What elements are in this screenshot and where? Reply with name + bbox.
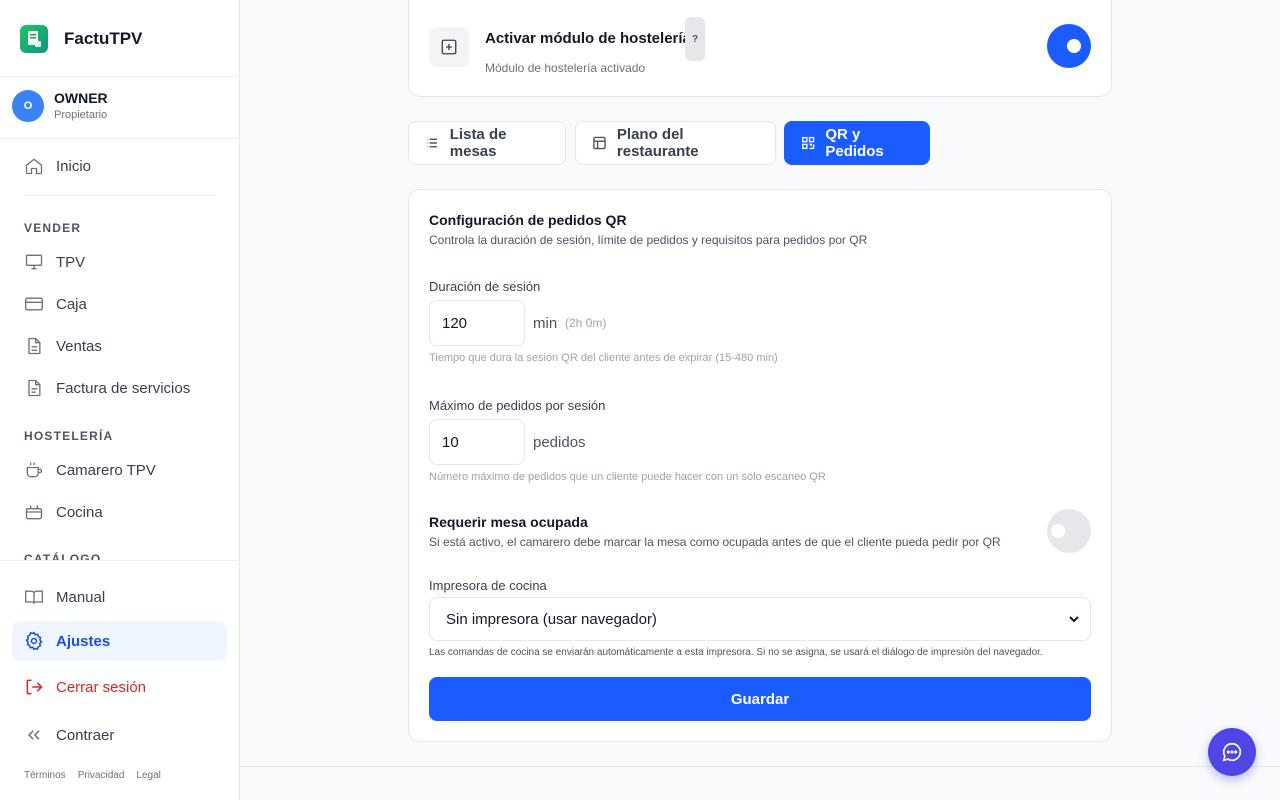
divider (0, 76, 240, 77)
kitchen-printer-label: Impresora de cocina (429, 578, 547, 593)
sidebar-item-camarero[interactable]: Camarero TPV (12, 450, 227, 490)
sidebar-nav-scroll[interactable]: Inicio VENDER TPV Caja Ventas Factura de… (0, 140, 239, 560)
legal-link[interactable]: Legal (136, 770, 160, 781)
tab-plano-restaurante[interactable]: Plano del restaurante (575, 121, 776, 165)
sidebar-item-ajustes[interactable]: Ajustes (12, 621, 227, 661)
module-icon (429, 27, 469, 67)
chevron-down-icon (1069, 616, 1079, 623)
divider (24, 195, 216, 196)
chevrons-left-icon (27, 730, 40, 740)
sidebar-item-label: Cerrar sesión (56, 678, 147, 696)
max-orders-label: Máximo de pedidos por sesión (429, 398, 606, 413)
section-title-vender: VENDER (24, 221, 82, 235)
bottom-bar (240, 766, 1280, 800)
save-button[interactable]: Guardar (429, 677, 1091, 721)
sidebar-item-factura[interactable]: Factura de servicios (12, 368, 227, 408)
user-name: OWNER (54, 90, 108, 106)
app-name: FactuTPV (64, 29, 143, 48)
book-icon (25, 590, 43, 604)
session-duration-input[interactable] (429, 300, 525, 346)
tab-lista-mesas[interactable]: Lista de mesas (408, 121, 566, 165)
main-content: Activar módulo de hostelería ? Módulo de… (240, 0, 1280, 800)
sidebar-item-label: Caja (56, 295, 87, 313)
app-logo-icon (20, 25, 48, 53)
chat-button[interactable] (1208, 728, 1256, 776)
sidebar-item-inicio[interactable]: Inicio (12, 146, 227, 186)
sidebar-item-manual[interactable]: Manual (12, 577, 227, 617)
sidebar-item-cocina[interactable]: Cocina (12, 492, 227, 532)
qr-config-subtitle: Controla la duración de sesión, límite d… (429, 233, 868, 247)
document-icon (28, 337, 41, 355)
gear-icon (25, 631, 43, 651)
avatar: O (12, 90, 44, 122)
divider (0, 138, 240, 139)
sidebar-item-label: Ventas (56, 337, 102, 355)
logout-icon (26, 679, 43, 695)
max-orders-input[interactable] (429, 419, 525, 465)
kitchen-printer-select[interactable]: Sin impresora (usar navegador) (429, 597, 1091, 641)
sidebar-item-label: Manual (56, 588, 106, 606)
section-title-catalogo: CATÁLOGO (24, 552, 102, 560)
coffee-cup-icon (26, 462, 43, 478)
qr-config-title: Configuración de pedidos QR (429, 212, 627, 228)
sidebar-item-ventas[interactable]: Ventas (12, 326, 227, 366)
terms-link[interactable]: Términos (24, 770, 66, 781)
sidebar-item-label: Factura de servicios (56, 379, 191, 397)
kitchen-printer-value: Sin impresora (usar navegador) (446, 610, 657, 628)
kitchen-printer-hint: Las comandas de cocina se enviarán autom… (429, 647, 1043, 658)
max-orders-unit: pedidos (533, 434, 586, 451)
tab-qr-pedidos[interactable]: QR y Pedidos (784, 121, 930, 165)
logout-button[interactable]: Cerrar sesión (12, 667, 227, 707)
cooking-pot-icon (25, 505, 43, 520)
sidebar-item-label: TPV (56, 253, 86, 271)
help-icon[interactable]: ? (685, 17, 705, 61)
sidebar-item-tpv[interactable]: TPV (12, 242, 227, 282)
require-table-toggle[interactable] (1047, 509, 1091, 553)
sidebar: FactuTPV O OWNER Propietario Inicio VEND… (0, 0, 240, 800)
sidebar-item-label: Ajustes (56, 632, 111, 650)
credit-card-icon (25, 297, 43, 311)
sidebar-item-label: Inicio (56, 157, 92, 175)
module-title: Activar módulo de hostelería (485, 30, 691, 47)
sidebar-item-label: Contraer (56, 726, 115, 744)
tab-label: Lista de mesas (449, 126, 507, 160)
qr-code-icon (802, 136, 815, 150)
brand[interactable]: FactuTPV (20, 24, 142, 54)
user-profile[interactable]: O OWNER Propietario (12, 89, 108, 123)
section-title-hosteleria: HOSTELERÍA (24, 429, 114, 443)
hospitality-module-toggle[interactable] (1047, 24, 1091, 68)
divider (0, 560, 240, 561)
tab-label: Plano del restaurante (616, 126, 699, 160)
require-table-title: Requerir mesa ocupada (429, 514, 588, 530)
max-orders-hint: Número máximo de pedidos que un cliente … (429, 471, 826, 483)
footer-links: Términos Privacidad Legal (24, 770, 161, 781)
sidebar-item-caja[interactable]: Caja (12, 284, 227, 324)
qr-config-card: Configuración de pedidos QR Controla la … (408, 189, 1112, 742)
module-status: Módulo de hostelería activado (485, 61, 646, 75)
session-duration-detail: (2h 0m) (565, 316, 607, 330)
layout-icon (593, 136, 606, 150)
sidebar-item-label: Camarero TPV (56, 461, 156, 479)
tab-label: QR y Pedidos (825, 126, 884, 160)
monitor-icon (25, 254, 43, 270)
home-icon (25, 158, 43, 175)
session-duration-label: Duración de sesión (429, 279, 541, 294)
session-duration-hint: Tiempo que dura la sesión QR del cliente… (429, 352, 778, 364)
chat-bubble-icon (1222, 742, 1242, 762)
session-duration-unit: min (533, 315, 558, 332)
list-icon (427, 138, 437, 148)
user-role: Propietario (54, 109, 108, 121)
sidebar-item-label: Cocina (56, 503, 103, 521)
privacy-link[interactable]: Privacidad (78, 770, 125, 781)
invoice-icon (28, 379, 41, 397)
require-table-description: Si está activo, el camarero debe marcar … (429, 535, 1001, 549)
collapse-sidebar-button[interactable]: Contraer (12, 715, 227, 755)
hospitality-module-card: Activar módulo de hostelería ? Módulo de… (408, 0, 1112, 97)
